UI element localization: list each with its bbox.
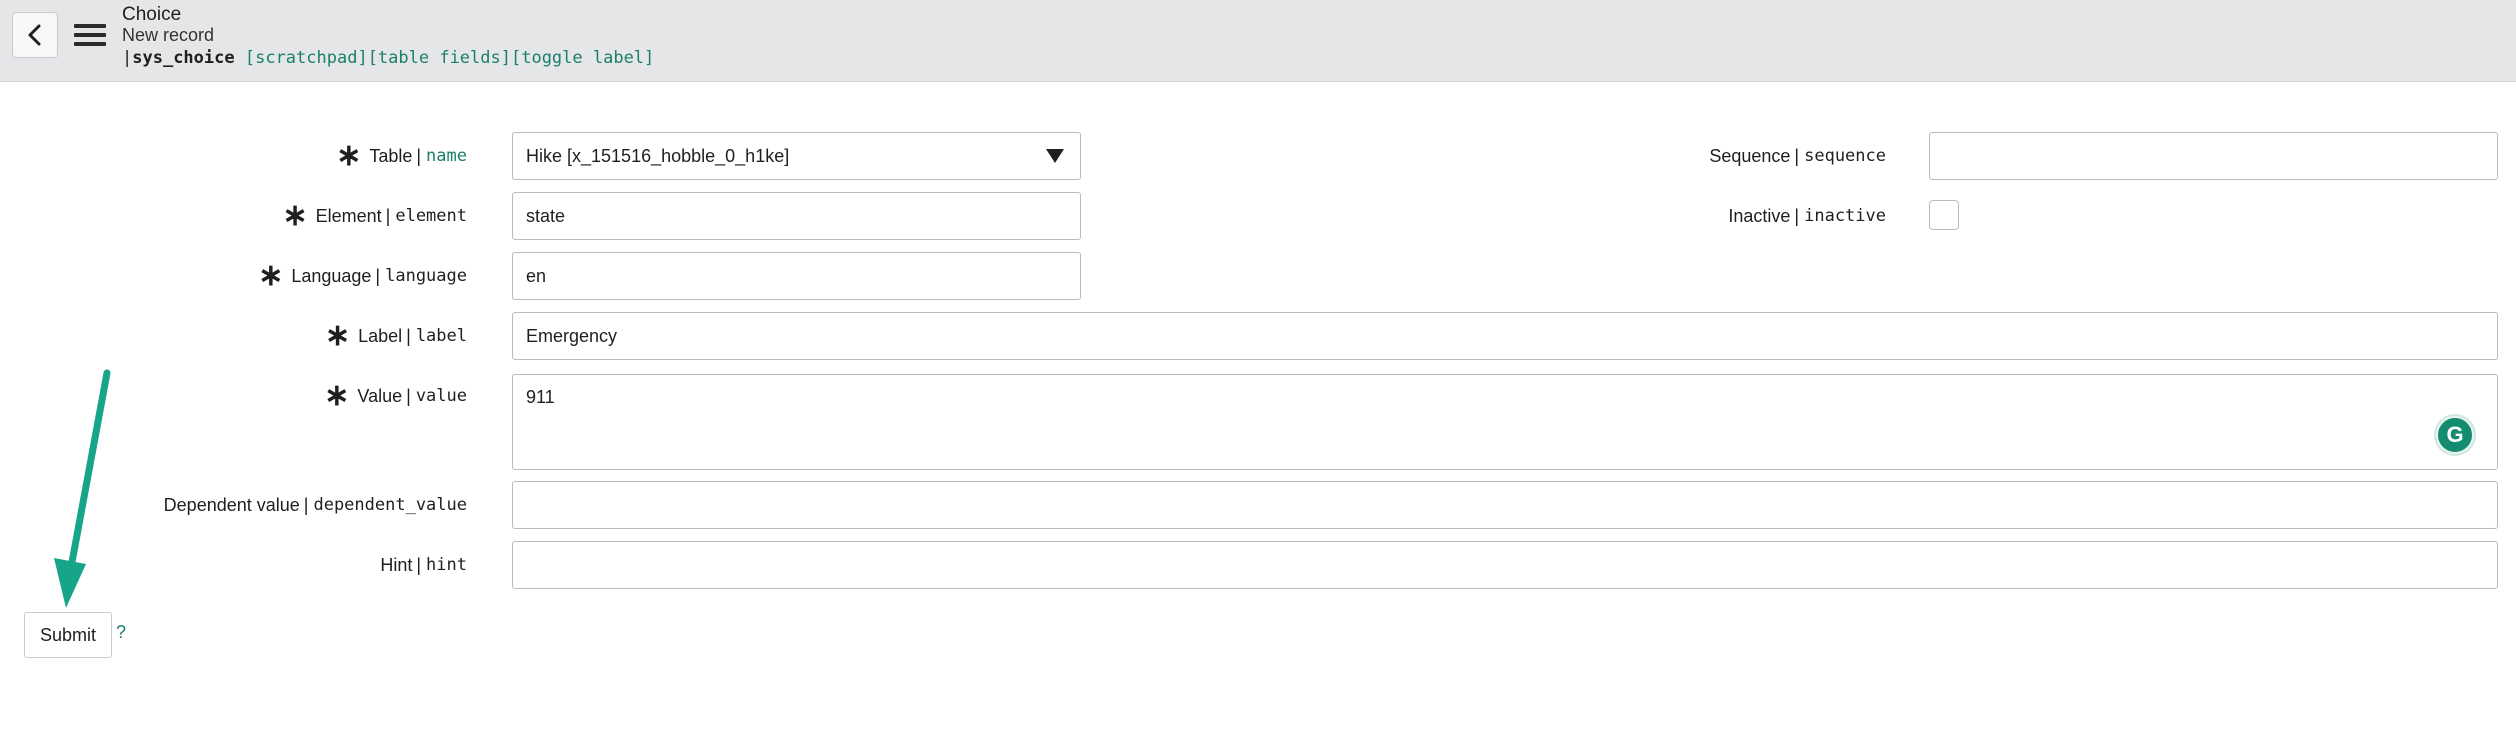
hint-label: Hint | hint xyxy=(380,554,467,576)
language-label: ∗ Language | language xyxy=(258,259,467,292)
label-label: ∗ Label | label xyxy=(324,319,467,352)
page-title: Choice xyxy=(122,4,182,25)
table-label: ∗ Table | name xyxy=(336,139,467,172)
toggle-label-link[interactable]: [toggle label] xyxy=(511,48,654,68)
dropdown-caret-icon xyxy=(1046,149,1064,163)
required-icon: ∗ xyxy=(324,319,351,352)
table-info-line: |sys_choice [scratchpad][table fields][t… xyxy=(122,48,655,68)
table-fields-link[interactable]: [table fields] xyxy=(368,48,511,68)
form-header: Choice New record |sys_choice [scratchpa… xyxy=(0,0,2516,82)
grammarly-icon[interactable]: G xyxy=(2436,416,2474,454)
sequence-input[interactable] xyxy=(1929,132,2498,180)
required-icon: ∗ xyxy=(258,259,284,292)
value-textarea[interactable]: 911 xyxy=(512,374,2498,470)
element-label: ∗ Element | element xyxy=(282,199,467,232)
help-link[interactable]: ? xyxy=(116,622,126,643)
table-name: sys_choice xyxy=(132,48,235,68)
dependent-value-input[interactable] xyxy=(512,481,2498,529)
element-input[interactable]: state xyxy=(512,192,1081,240)
table-select[interactable]: Hike [x_151516_hobble_0_h1ke] xyxy=(512,132,1081,180)
label-input[interactable]: Emergency xyxy=(512,312,2498,360)
required-icon: ∗ xyxy=(324,379,350,412)
hamburger-menu-icon[interactable] xyxy=(74,24,106,48)
dependent-value-label: Dependent value | dependent_value xyxy=(163,494,467,516)
required-icon: ∗ xyxy=(282,199,308,232)
required-icon: ∗ xyxy=(336,139,362,172)
submit-button[interactable]: Submit xyxy=(24,612,112,658)
inactive-label: Inactive | inactive xyxy=(1728,205,1886,227)
scratchpad-link[interactable]: [scratchpad] xyxy=(245,48,368,68)
page-subtitle: New record xyxy=(122,25,215,45)
language-input[interactable]: en xyxy=(512,252,1081,300)
inactive-checkbox[interactable] xyxy=(1929,200,1959,230)
sequence-label: Sequence | sequence xyxy=(1709,145,1886,167)
chevron-left-icon xyxy=(28,24,41,46)
annotation-arrow xyxy=(54,369,111,608)
hint-input[interactable] xyxy=(512,541,2498,589)
value-label: ∗ Value | value xyxy=(324,379,467,412)
back-button[interactable] xyxy=(12,12,58,58)
